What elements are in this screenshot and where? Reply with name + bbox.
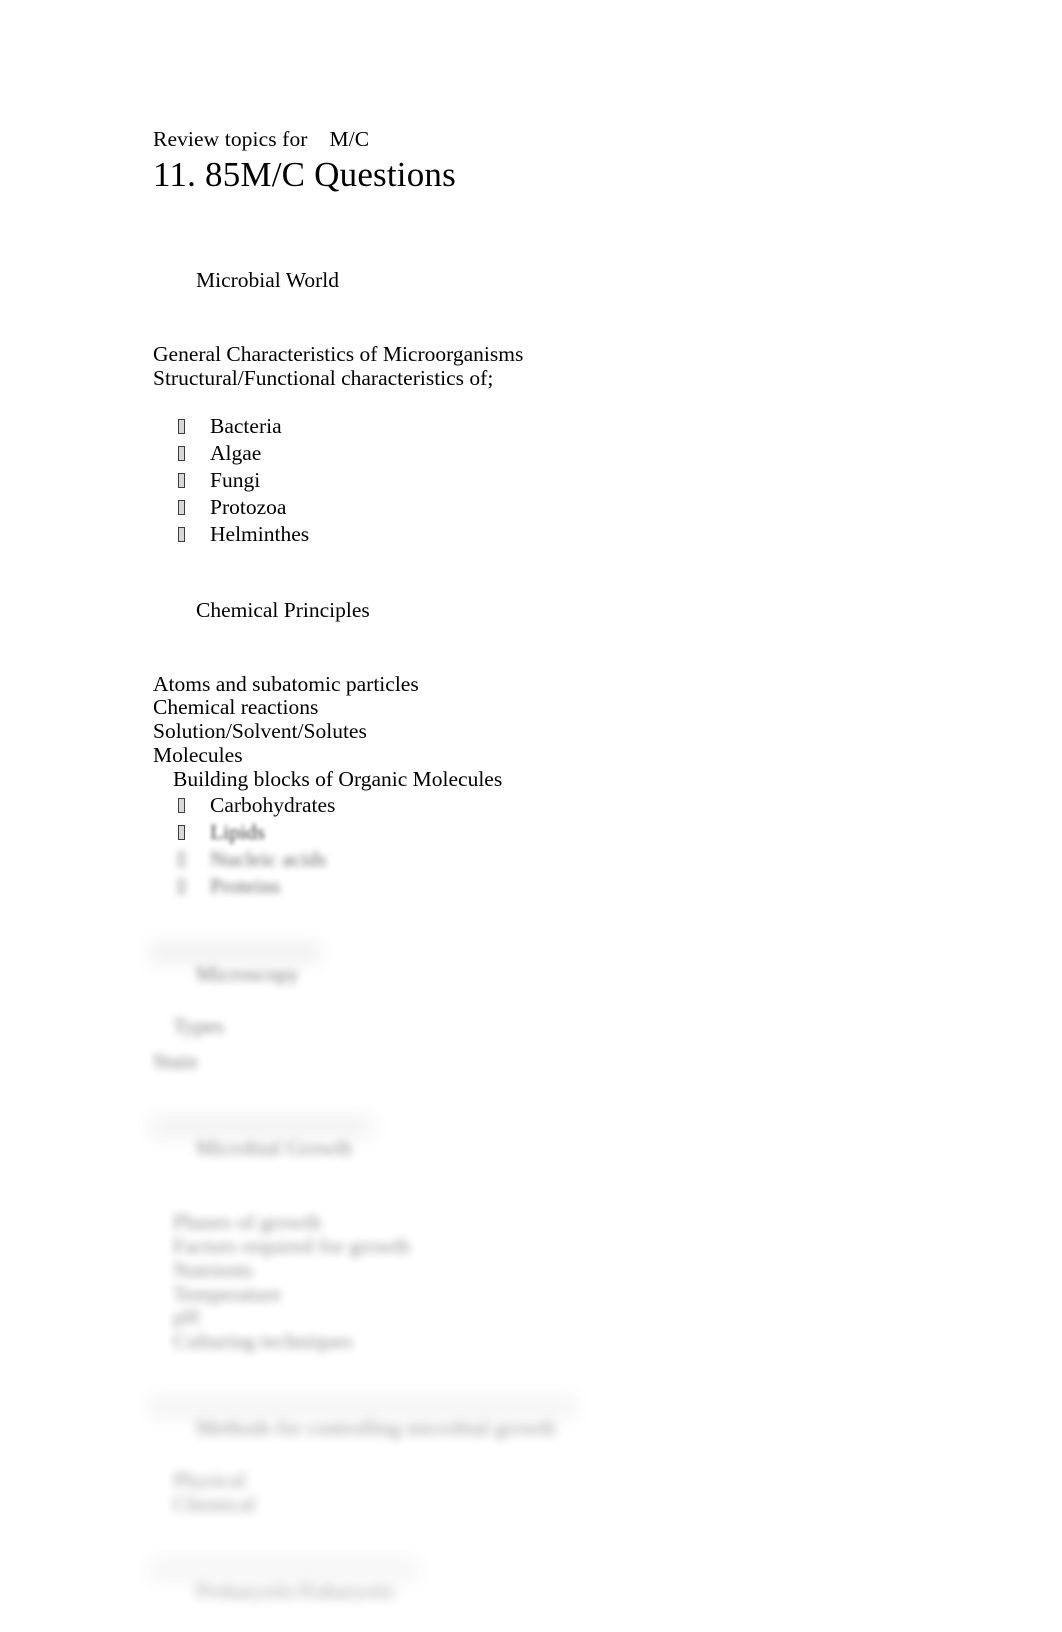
list-item: Helminthes <box>153 521 1013 548</box>
section-heading-text: Microbial World <box>196 268 339 292</box>
list-item-label: Fungi <box>210 467 261 492</box>
body-line: Chemical reactions <box>153 695 319 720</box>
bullet-box-icon <box>178 472 185 488</box>
sub-body-line: Types <box>173 1013 225 1038</box>
section-heading-text: Microbial Growth <box>196 1136 352 1161</box>
body-line: Temperature <box>173 1281 282 1306</box>
list-item-label: Algae <box>210 440 262 465</box>
section-heading-microbial-world: Microbial World <box>153 240 339 321</box>
list-item: Bacteria <box>153 413 1013 440</box>
list-item: Nucleic acids <box>153 846 1013 873</box>
list-item-label: Lipids <box>210 819 265 844</box>
bullet-box-icon <box>178 445 185 461</box>
sub-body-line: Building blocks of Organic Molecules <box>173 766 503 791</box>
section-controlling-growth: Methods for controlling microbial growth… <box>153 1388 1013 1517</box>
body-line: Physical <box>173 1467 246 1492</box>
document-body: Review topics for M/C 11. 85M/C Question… <box>153 126 1013 1632</box>
bullet-list-organic-molecules: Carbohydrates Lipids Nucleic acids Prote… <box>153 792 1013 900</box>
body-line: Nutrients <box>173 1257 254 1282</box>
section-microbial-world: Microbial World General Characteristics … <box>153 240 1013 548</box>
list-item-label: Proteins <box>210 873 281 898</box>
bullet-box-icon <box>178 851 185 867</box>
section-chemical-principles: Chemical Principles Atoms and subatomic … <box>153 570 1013 792</box>
body-line: Stain <box>153 1049 198 1074</box>
bullet-box-icon <box>178 878 185 894</box>
list-item-label: Nucleic acids <box>210 846 327 871</box>
body-line: pH <box>173 1305 200 1330</box>
bullet-list-microbial-world: Bacteria Algae Fungi Protozoa Helminthes <box>153 413 1013 548</box>
document-page: Review topics for M/C 11. 85M/C Question… <box>0 0 1062 1603</box>
body-line: Chemical <box>173 1491 256 1516</box>
section-heading-microbial-growth: Microbial Growth <box>153 1108 352 1189</box>
body-line: Phases of growth <box>173 1210 322 1235</box>
list-item-label: Helminthes <box>210 521 310 546</box>
bullet-box-icon <box>178 418 185 434</box>
body-line: General Characteristics of Microorganism… <box>153 342 524 366</box>
list-item: Proteins <box>153 873 1013 900</box>
document-header: Review topics for M/C 11. 85M/C Question… <box>153 126 1013 196</box>
list-item: Lipids <box>153 819 1013 846</box>
bullet-box-icon <box>178 797 185 813</box>
list-item: Fungi <box>153 467 1013 494</box>
list-item: Algae <box>153 440 1013 467</box>
document-kicker: Review topics for M/C <box>153 127 370 151</box>
list-item-label: Bacteria <box>210 413 282 438</box>
section-heading-microscopy: Microscopy <box>153 934 299 1015</box>
section-prokaryotic-eukaryotic: Prokaryotic/Eukaryotic <box>153 1551 1013 1632</box>
list-item-label: Carbohydrates <box>210 792 336 817</box>
section-heading-text: Methods for controlling microbial growth <box>196 1415 556 1440</box>
list-item: Protozoa <box>153 494 1013 521</box>
section-heading-text: Chemical Principles <box>196 597 370 622</box>
body-line: Solution/Solvent/Solutes <box>153 719 367 744</box>
list-item-label: Protozoa <box>210 494 287 519</box>
section-heading-text: Microscopy <box>196 961 299 986</box>
section-heading-controlling-growth: Methods for controlling microbial growth <box>153 1388 555 1469</box>
document-title: 11. 85M/C Questions <box>153 155 456 194</box>
body-line: Molecules <box>153 742 243 767</box>
list-item: Carbohydrates <box>153 792 1013 819</box>
bullet-box-icon <box>178 824 185 840</box>
body-line: Factors required for growth <box>173 1233 411 1258</box>
section-microbial-growth: Microbial Growth Phases of growth Factor… <box>153 1108 1013 1354</box>
bullet-box-icon <box>178 499 185 515</box>
body-line: Culturing techniques <box>173 1329 353 1354</box>
body-line: Atoms and subatomic particles <box>153 671 419 696</box>
section-heading-text: Prokaryotic/Eukaryotic <box>196 1578 397 1603</box>
section-heading-chemical-principles: Chemical Principles <box>153 570 370 651</box>
body-line: Structural/Functional characteristics of… <box>153 365 494 390</box>
section-heading-prokaryotic-eukaryotic: Prokaryotic/Eukaryotic <box>153 1551 397 1632</box>
section-microscopy: Microscopy Types Stain <box>153 934 1013 1075</box>
bullet-box-icon <box>178 526 185 542</box>
